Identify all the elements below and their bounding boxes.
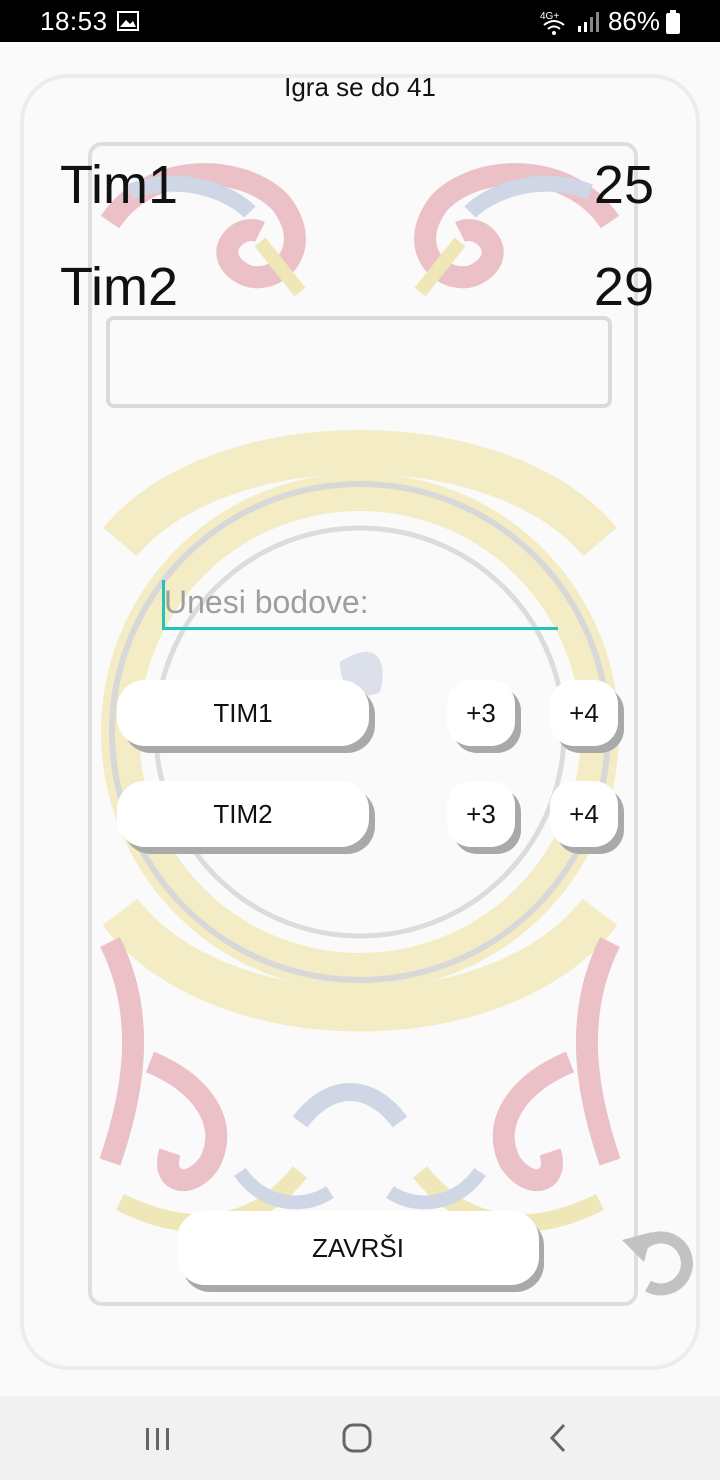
team-row-2: Tim2 29 [60,256,654,326]
tim1-plus4-button[interactable]: +4 [550,680,618,746]
points-input[interactable] [162,582,558,630]
back-icon[interactable] [546,1416,570,1460]
home-icon[interactable] [340,1416,376,1460]
team-row-1: Tim1 25 [60,154,654,224]
finish-button[interactable]: ZAVRŠI [177,1211,539,1285]
tim1-plus3-button[interactable]: +3 [447,680,515,746]
status-bar: 18:53 4G+ 86% [0,0,720,42]
text-cursor [162,580,165,628]
add-tim2-button[interactable]: TIM2 [117,781,369,847]
navigation-bar [0,1396,720,1480]
add-tim1-button[interactable]: TIM1 [117,680,369,746]
signal-icon [577,11,599,32]
image-icon [117,11,139,31]
tim2-plus4-button[interactable]: +4 [550,781,618,847]
team-name: Tim2 [60,257,178,317]
recent-apps-icon[interactable] [144,1416,172,1460]
battery-percent: 86% [607,6,660,36]
team-score: 25 [593,155,654,215]
team-name: Tim1 [60,155,178,215]
battery-icon [666,9,680,34]
undo-icon[interactable] [618,1218,698,1298]
tim2-plus3-button[interactable]: +3 [447,781,515,847]
status-right: 4G+ 86% [540,6,680,37]
team-score: 29 [593,257,654,317]
clock: 18:53 [40,6,108,36]
wifi-icon: 4G+ [540,11,565,35]
game-goal-label: Igra se do 41 [284,72,436,102]
